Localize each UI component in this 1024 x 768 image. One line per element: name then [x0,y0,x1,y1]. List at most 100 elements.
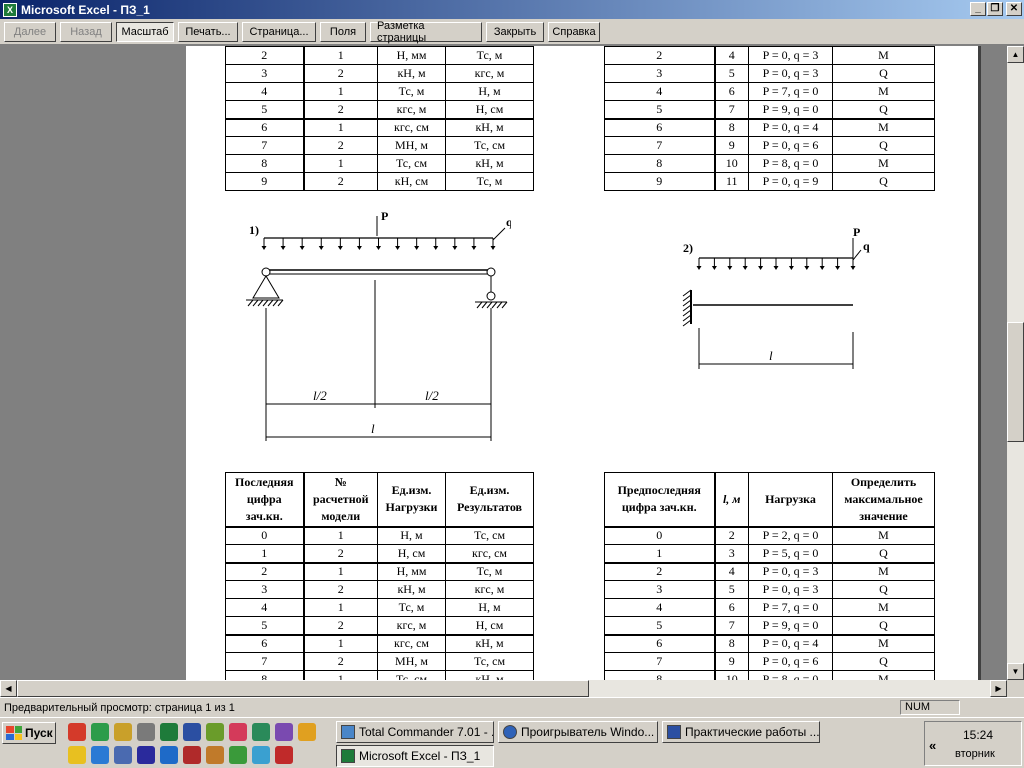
table-cell[interactable]: 4 [714,46,749,65]
table-cell[interactable]: 1 [303,118,378,137]
table-cell[interactable]: M [832,598,935,617]
table-cell[interactable]: Н, см [445,100,534,120]
table-cell[interactable]: 6 [714,598,749,617]
table-cell[interactable]: 0 [604,526,716,545]
excel-icon[interactable] [160,723,178,741]
table-cell[interactable]: Q [832,580,935,599]
app-icon[interactable] [298,723,316,741]
table-cell[interactable]: 2 [714,526,749,545]
table-cell[interactable]: 5 [714,64,749,83]
table-cell[interactable]: P = 8, q = 0 [748,670,833,680]
table-cell[interactable]: M [832,118,935,137]
table-cell[interactable]: 5 [225,100,305,120]
table-cell[interactable]: кгс, см [377,634,446,653]
table-cell[interactable]: P = 5, q = 0 [748,544,833,564]
table-cell[interactable]: Q [832,100,935,120]
table-cell[interactable]: 4 [225,82,305,101]
table-cell[interactable]: 3 [225,64,305,83]
table-cell[interactable]: 1 [303,634,378,653]
table-cell[interactable]: P = 0, q = 3 [748,562,833,581]
app-icon[interactable] [206,746,224,764]
table-cell[interactable]: 2 [604,562,716,581]
table-cell[interactable]: P = 9, q = 0 [748,100,833,120]
table-cell[interactable]: M [832,562,935,581]
table-cell[interactable]: кН, м [445,154,534,173]
minimize-button[interactable]: _ [970,2,986,16]
horizontal-scroll-thumb[interactable] [17,680,589,697]
close-preview-button[interactable]: Закрыть [486,21,544,42]
table-cell[interactable]: 5 [604,616,716,636]
table-cell[interactable]: 1 [303,598,378,617]
table-cell[interactable]: Н, мм [377,46,446,65]
table-cell[interactable]: 4 [604,598,716,617]
restore-button[interactable]: ❐ [987,2,1003,16]
table-cell[interactable]: M [832,670,935,680]
table-cell[interactable]: P = 0, q = 4 [748,118,833,137]
media-icon[interactable] [137,746,155,764]
table-cell[interactable]: кгс, м [445,580,534,599]
table-cell[interactable]: M [832,154,935,173]
globe-icon[interactable] [252,746,270,764]
table-cell[interactable]: 8 [604,670,716,680]
table-cell[interactable]: Тс, м [445,562,534,581]
task-excel[interactable]: Microsoft Excel - ПЗ_1 [336,745,494,767]
table-cell[interactable]: M [832,634,935,653]
table-cell[interactable]: 2 [225,562,305,581]
table-cell[interactable]: Тс, см [445,136,534,155]
table-cell[interactable]: 3 [225,580,305,599]
table-cell[interactable]: 7 [604,652,716,671]
task-word-document[interactable]: Практические работы ... [662,721,820,743]
table-cell[interactable]: 10 [714,670,749,680]
app-icon[interactable] [275,723,293,741]
table-cell[interactable]: 2 [303,616,378,636]
table-cell[interactable]: P = 2, q = 0 [748,526,833,545]
table-cell[interactable]: P = 0, q = 4 [748,634,833,653]
table-cell[interactable]: P = 0, q = 9 [748,172,833,191]
table-cell[interactable]: 8 [714,634,749,653]
table-cell[interactable]: 10 [714,154,749,173]
table-cell[interactable]: 1 [303,670,378,680]
app-icon[interactable] [252,723,270,741]
previous-page-button[interactable]: Назад [60,21,112,42]
table-cell[interactable]: 2 [303,652,378,671]
table-cell[interactable]: Тс, м [377,598,446,617]
table-cell[interactable]: 6 [604,118,716,137]
media-icon[interactable] [275,746,293,764]
table-cell[interactable]: 7 [714,616,749,636]
table-cell[interactable]: 2 [303,544,378,564]
table-cell[interactable]: МН, м [377,136,446,155]
table-cell[interactable]: 2 [303,172,378,191]
table-cell[interactable]: 1 [303,526,378,545]
scroll-up-icon[interactable]: ▲ [1007,46,1024,63]
vertical-scrollbar[interactable]: ▲ ▼ [1007,46,1024,680]
table-cell[interactable]: Н, мм [377,562,446,581]
table-cell[interactable]: 1 [303,46,378,65]
next-page-button[interactable]: Далее [4,21,56,42]
table-cell[interactable]: 8 [225,670,305,680]
notepad-icon[interactable] [137,723,155,741]
table-cell[interactable]: Q [832,616,935,636]
table-cell[interactable]: 1 [303,82,378,101]
messenger-icon[interactable] [68,746,86,764]
calculator-icon[interactable] [114,746,132,764]
close-button[interactable]: ✕ [1006,2,1022,16]
table-cell[interactable]: 11 [714,172,749,191]
table-cell[interactable]: кгс, см [377,118,446,137]
table-cell[interactable]: 5 [604,100,716,120]
table-cell[interactable]: 8 [225,154,305,173]
table-cell[interactable]: Н, см [377,544,446,564]
table-cell[interactable]: Н, м [445,598,534,617]
page-setup-button[interactable]: Страница... [242,21,316,42]
table-cell[interactable]: P = 7, q = 0 [748,598,833,617]
desktop-icon[interactable] [206,723,224,741]
table-cell[interactable]: кгс, м [377,100,446,120]
start-button[interactable]: Пуск [2,722,56,744]
table-cell[interactable]: кгс, см [445,544,534,564]
table-cell[interactable]: Тс, см [445,652,534,671]
table-cell[interactable]: 5 [225,616,305,636]
table-cell[interactable]: M [832,526,935,545]
app-icon[interactable] [229,746,247,764]
table-cell[interactable]: Q [832,136,935,155]
table-cell[interactable]: 7 [714,100,749,120]
table-cell[interactable]: 1 [303,562,378,581]
